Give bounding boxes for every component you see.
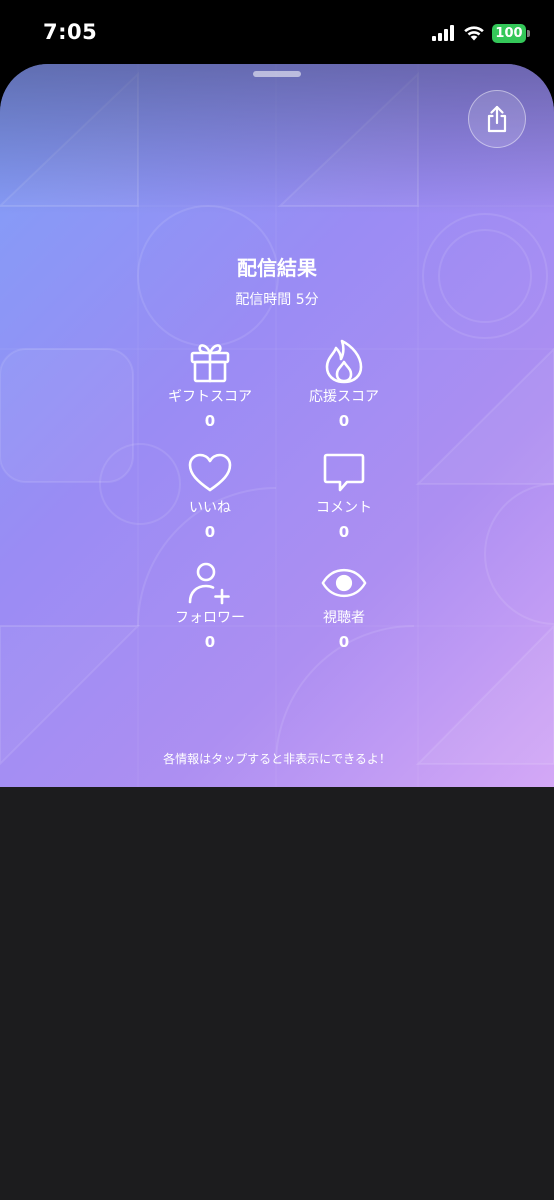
stat-value: 0 (338, 633, 350, 651)
result-sheet: 配信結果 配信時間 5分 ギフトスコア 0 応援スコア 0 いいね 0 コメント… (0, 64, 554, 1200)
hide-info-hint: 各情報はタップすると非表示にできるよ！ (163, 752, 391, 766)
flame-icon (321, 339, 367, 385)
status-bar: 7:05 100 (0, 0, 554, 64)
stat-value: 0 (338, 412, 350, 430)
stat-comments[interactable]: コメント 0 (274, 450, 414, 542)
stat-value: 0 (204, 523, 216, 541)
comment-icon (321, 450, 367, 496)
status-time: 7:05 (43, 20, 98, 44)
stat-label: いいね (189, 500, 231, 516)
stat-label: コメント (316, 500, 372, 516)
status-icons: 100 (432, 22, 530, 44)
result-title: 配信結果 (237, 256, 317, 280)
result-panel: 配信結果 配信時間 5分 ギフトスコア 0 応援スコア 0 いいね 0 コメント… (0, 64, 554, 787)
share-icon (487, 105, 507, 133)
stat-label: フォロワー (175, 610, 245, 626)
stat-support-score[interactable]: 応援スコア 0 (274, 339, 414, 431)
stat-label: 応援スコア (309, 389, 379, 405)
stream-duration: 配信時間 5分 (235, 292, 319, 308)
stat-followers[interactable]: フォロワー 0 (140, 560, 280, 652)
gift-icon (187, 339, 233, 385)
stat-viewers[interactable]: 視聴者 0 (274, 560, 414, 652)
stat-likes[interactable]: いいね 0 (140, 450, 280, 542)
share-button[interactable] (468, 90, 526, 148)
eye-icon (321, 560, 367, 606)
stat-value: 0 (204, 633, 216, 651)
battery-level: 100 (492, 23, 526, 43)
stat-value: 0 (204, 412, 216, 430)
battery-icon: 100 (492, 23, 530, 43)
stat-label: ギフトスコア (168, 389, 252, 405)
stat-value: 0 (338, 523, 350, 541)
stat-gift-score[interactable]: ギフトスコア 0 (140, 339, 280, 431)
stat-label: 視聴者 (323, 610, 365, 626)
heart-icon (187, 450, 233, 496)
sheet-grabber[interactable] (253, 71, 301, 77)
cellular-signal-icon (432, 25, 454, 41)
wifi-icon (464, 26, 484, 41)
add-follower-icon (187, 560, 233, 606)
